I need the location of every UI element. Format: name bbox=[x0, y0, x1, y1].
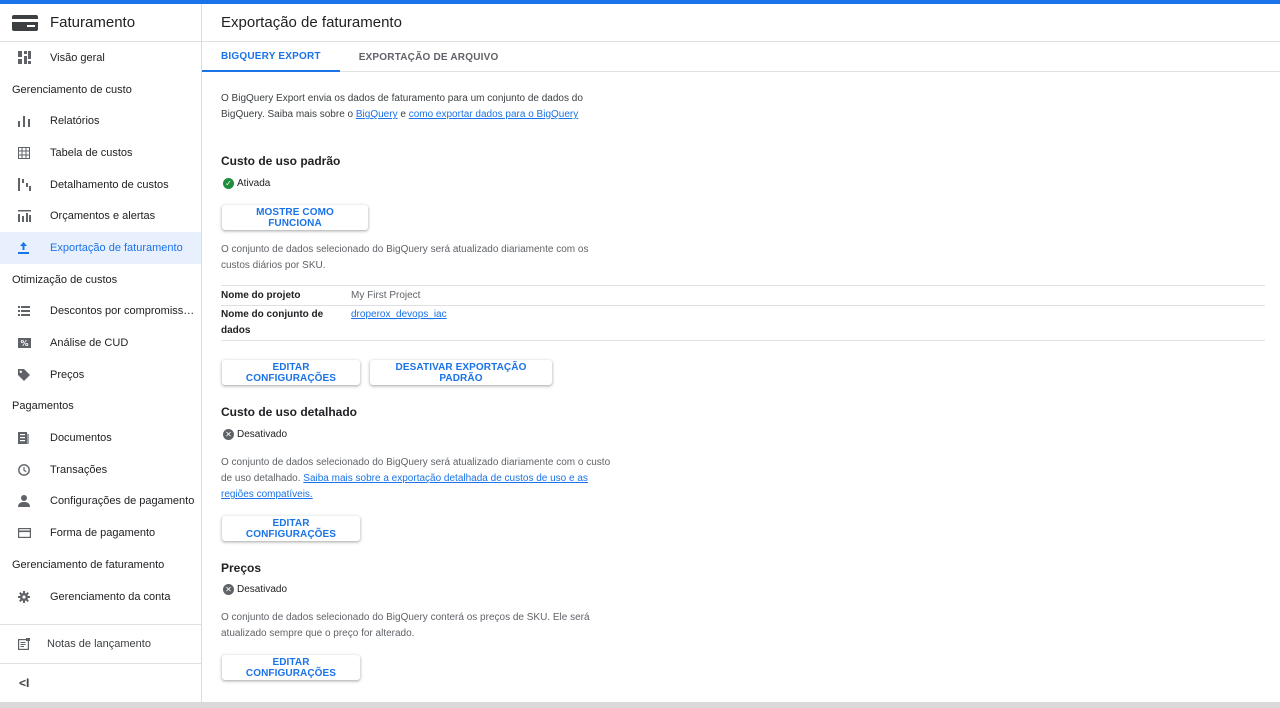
section-cost-management: Gerenciamento de custo bbox=[12, 83, 132, 96]
sidebar-item-label: Detalhamento de custos bbox=[50, 178, 169, 191]
sidebar-title: Faturamento bbox=[50, 14, 136, 31]
export-to-bigquery-link[interactable]: como exportar dados para o BigQuery bbox=[409, 109, 579, 120]
section-cost-optimization: Otimização de custos bbox=[12, 273, 118, 286]
detailed-status-badge: ✕ Desativado bbox=[223, 429, 287, 440]
show-how-it-works-button[interactable]: MOSTRE COMO FUNCIONA bbox=[222, 205, 368, 230]
dataset-label: Nome do conjunto de dados bbox=[221, 309, 324, 336]
sidebar-item-payment-settings[interactable]: Configurações de pagamento bbox=[0, 486, 201, 518]
compatible-regions-link[interactable]: regiões compatíveis. bbox=[221, 489, 313, 500]
sidebar-header: Faturamento bbox=[0, 4, 201, 42]
disabled-circle-icon: ✕ bbox=[223, 584, 234, 595]
main-content: Exportação de faturamento BIGQUERY EXPOR… bbox=[202, 4, 1280, 702]
sidebar-item-reports[interactable]: Relatórios bbox=[0, 105, 201, 137]
detailed-description: O conjunto de dados selecionado do BigQu… bbox=[221, 457, 611, 500]
sidebar-item-commitment-discounts[interactable]: Descontos por compromiss… bbox=[0, 296, 201, 328]
tab-file-export[interactable]: EXPORTAÇÃO DE ARQUIVO bbox=[340, 42, 518, 72]
tab-bar: BIGQUERY EXPORT EXPORTAÇÃO DE ARQUIVO bbox=[202, 42, 1280, 72]
bar-chart-icon bbox=[0, 115, 50, 127]
clock-icon bbox=[0, 463, 50, 476]
sidebar-item-cost-table[interactable]: Tabela de custos bbox=[0, 137, 201, 169]
collapse-sidebar-button[interactable]: <I bbox=[0, 664, 201, 702]
sidebar-item-label: Notas de lançamento bbox=[47, 638, 151, 650]
sidebar-item-label: Exportação de faturamento bbox=[50, 241, 183, 254]
collapse-icon: <I bbox=[19, 676, 30, 690]
document-icon bbox=[0, 432, 50, 445]
sidebar-item-transactions[interactable]: Transações bbox=[0, 454, 201, 486]
pricing-heading: Preços bbox=[221, 561, 262, 575]
dashboard-icon bbox=[0, 51, 50, 65]
sidebar-item-label: Descontos por compromiss… bbox=[50, 305, 195, 318]
check-circle-icon: ✓ bbox=[223, 178, 234, 189]
sidebar-item-label: Configurações de pagamento bbox=[50, 495, 195, 508]
section-billing-management: Gerenciamento de faturamento bbox=[12, 558, 165, 571]
sidebar-item-label: Preços bbox=[50, 368, 85, 381]
sidebar-item-label: Transações bbox=[50, 463, 108, 476]
standard-usage-heading: Custo de uso padrão bbox=[221, 154, 341, 168]
table-icon bbox=[0, 146, 50, 159]
waterfall-chart-icon bbox=[0, 178, 50, 192]
edit-settings-pricing-button[interactable]: EDITAR CONFIGURAÇÕES bbox=[222, 655, 360, 680]
detailed-usage-heading: Custo de uso detalhado bbox=[221, 405, 358, 419]
project-value: My First Project bbox=[351, 290, 421, 301]
dataset-link[interactable]: droperox_devops_iac bbox=[351, 309, 447, 320]
bigquery-link[interactable]: BigQuery bbox=[356, 109, 398, 120]
intro-text: O BigQuery Export envia os dados de fatu… bbox=[221, 93, 583, 120]
standard-status-badge: ✓ Ativada bbox=[223, 178, 270, 189]
sidebar-item-label: Análise de CUD bbox=[50, 337, 129, 350]
project-label: Nome do projeto bbox=[221, 290, 301, 301]
sidebar-item-label: Orçamentos e alertas bbox=[50, 210, 156, 223]
edit-settings-detailed-button[interactable]: EDITAR CONFIGURAÇÕES bbox=[222, 516, 360, 541]
sidebar-item-label: Forma de pagamento bbox=[50, 527, 156, 540]
sidebar-item-account-management[interactable]: Gerenciamento da conta bbox=[0, 581, 201, 613]
tab-bigquery-export[interactable]: BIGQUERY EXPORT bbox=[202, 42, 340, 72]
upload-icon bbox=[0, 241, 50, 254]
detailed-export-link[interactable]: Saiba mais sobre a exportação detalhada … bbox=[303, 473, 588, 484]
standard-description: O conjunto de dados selecionado do BigQu… bbox=[221, 244, 589, 271]
tag-icon bbox=[0, 368, 50, 381]
sidebar-item-label: Visão geral bbox=[50, 51, 105, 64]
disabled-circle-icon: ✕ bbox=[223, 429, 234, 440]
project-row: Nome do projeto My First Project bbox=[221, 286, 1265, 306]
dataset-row: Nome do conjunto de dados droperox_devop… bbox=[221, 306, 1265, 340]
standard-details-table: Nome do projeto My First Project Nome do… bbox=[221, 285, 1265, 341]
sidebar-item-release-notes[interactable]: Notas de lançamento bbox=[0, 624, 201, 664]
release-notes-icon bbox=[0, 638, 47, 650]
edit-settings-standard-button[interactable]: EDITAR CONFIGURAÇÕES bbox=[222, 360, 360, 385]
sidebar-item-pricing[interactable]: Preços bbox=[0, 359, 201, 391]
sidebar-item-budgets[interactable]: Orçamentos e alertas bbox=[0, 200, 201, 232]
gear-icon bbox=[0, 590, 50, 603]
sidebar-item-cud-analysis[interactable]: % Análise de CUD bbox=[0, 327, 201, 359]
page-title: Exportação de faturamento bbox=[202, 4, 1280, 42]
budget-chart-icon bbox=[0, 210, 50, 223]
sidebar-item-cost-breakdown[interactable]: Detalhamento de custos bbox=[0, 169, 201, 201]
sidebar-item-documents[interactable]: Documentos bbox=[0, 422, 201, 454]
pricing-status-badge: ✕ Desativado bbox=[223, 584, 287, 595]
billing-card-icon bbox=[12, 14, 38, 31]
list-icon bbox=[0, 306, 50, 317]
sidebar-item-billing-export[interactable]: Exportação de faturamento bbox=[0, 232, 201, 264]
pricing-description: O conjunto de dados selecionado do BigQu… bbox=[221, 612, 590, 639]
credit-card-icon bbox=[0, 528, 50, 539]
person-icon bbox=[0, 495, 50, 508]
sidebar-item-label: Gerenciamento da conta bbox=[50, 590, 171, 603]
disable-standard-export-button[interactable]: DESATIVAR EXPORTAÇÃO PADRÃO bbox=[370, 360, 552, 385]
sidebar: Faturamento Visão geral Gerenciamento de… bbox=[0, 4, 202, 702]
percent-icon: % bbox=[0, 338, 50, 349]
sidebar-item-payment-method[interactable]: Forma de pagamento bbox=[0, 517, 201, 549]
section-payments: Pagamentos bbox=[12, 400, 74, 413]
svg-text:%: % bbox=[20, 339, 28, 348]
sidebar-item-overview[interactable]: Visão geral bbox=[0, 42, 201, 74]
sidebar-item-label: Relatórios bbox=[50, 115, 100, 128]
sidebar-item-label: Tabela de custos bbox=[50, 146, 133, 159]
sidebar-item-label: Documentos bbox=[50, 432, 112, 445]
bottom-scrollbar[interactable] bbox=[0, 702, 1280, 708]
